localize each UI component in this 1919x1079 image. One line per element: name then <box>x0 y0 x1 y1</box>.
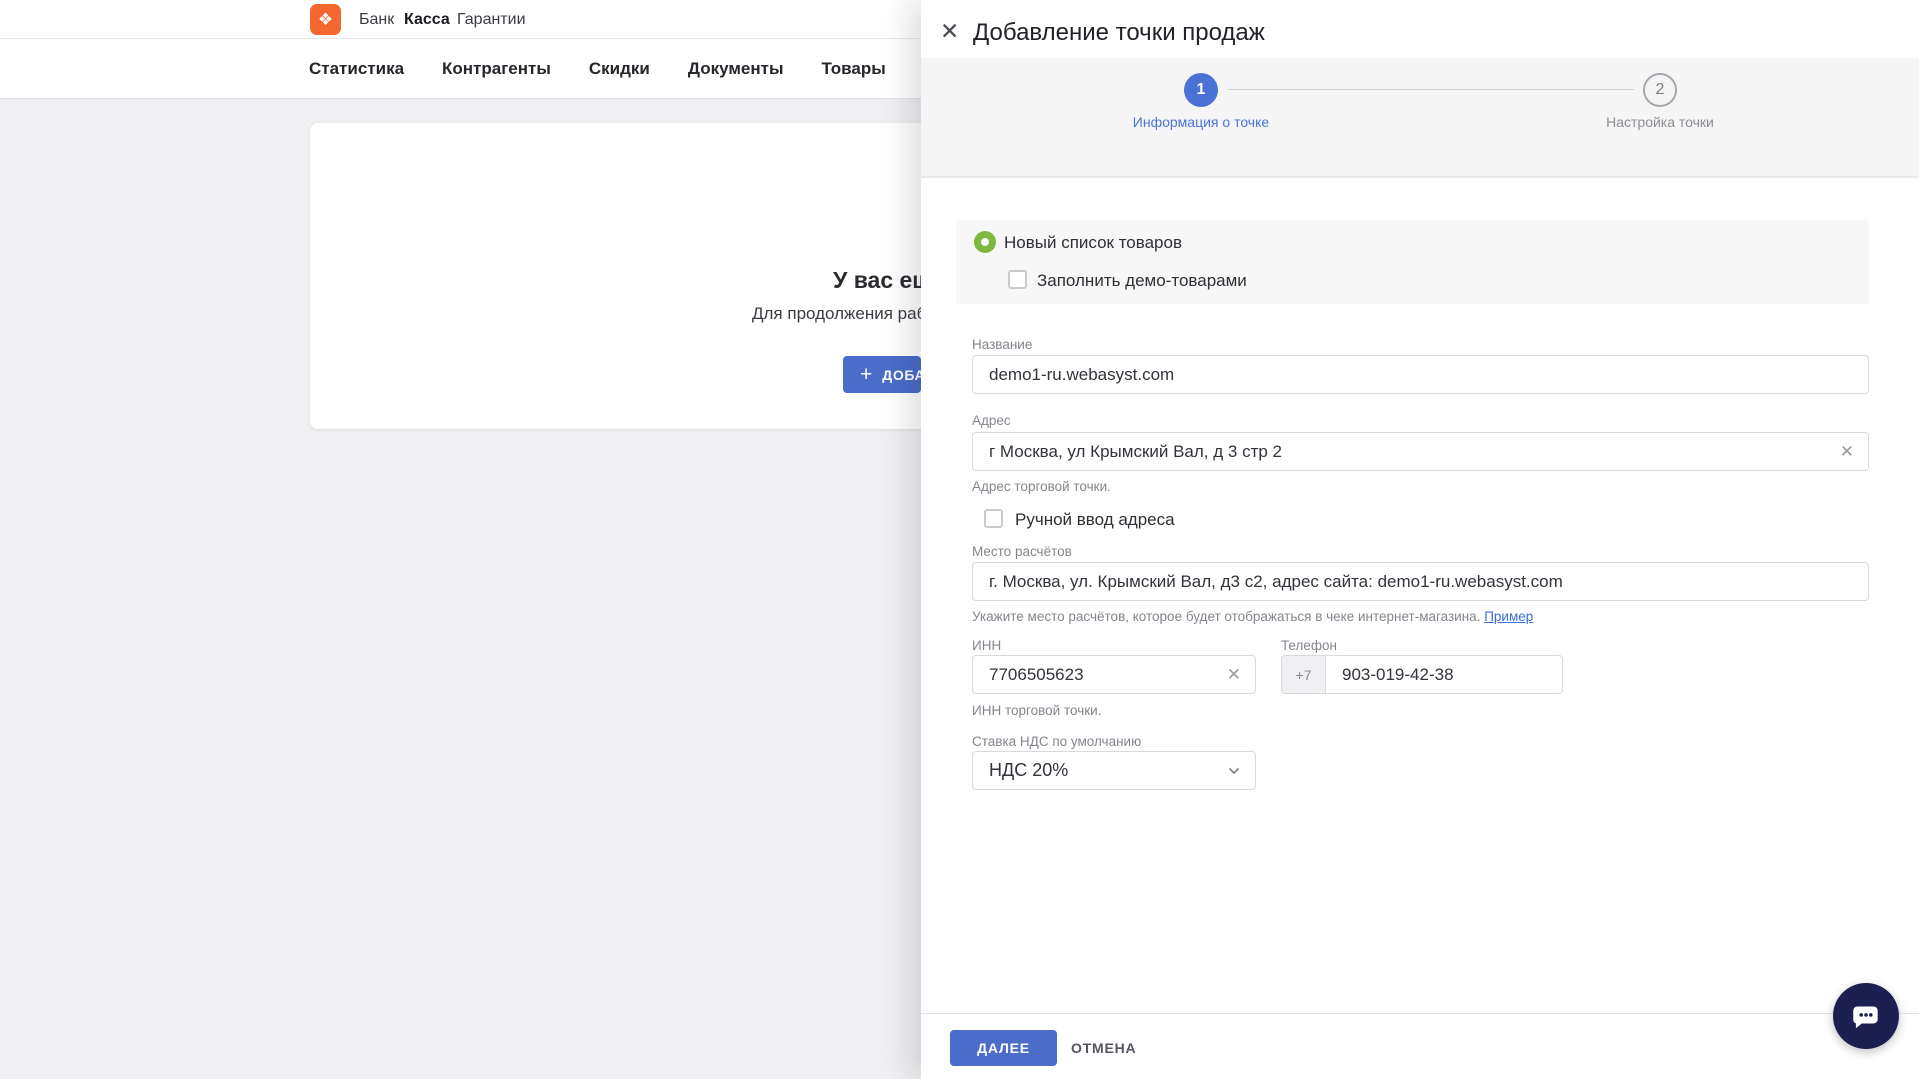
name-field-label: Название <box>972 337 1032 352</box>
step-2-label: Настройка точки <box>1530 114 1790 130</box>
settlement-input[interactable]: г. Москва, ул. Крымский Вал, д3 с2, адре… <box>972 562 1869 601</box>
inn-clear-icon[interactable]: ✕ <box>1219 665 1241 685</box>
step-1-indicator[interactable]: 1 <box>1184 73 1218 107</box>
nav-item-tovary[interactable]: Товары <box>821 59 885 79</box>
settlement-field-label: Место расчётов <box>972 544 1072 559</box>
nav-item-statistika[interactable]: Статистика <box>309 59 404 79</box>
stepper-connector <box>1228 89 1634 90</box>
product-list-section: Новый список товаров Заполнить демо-това… <box>956 220 1869 304</box>
phone-input-value: 903-019-42-38 <box>1326 665 1454 685</box>
step-1-label: Информация о точке <box>1071 114 1331 130</box>
inn-field-label: ИНН <box>972 638 1001 653</box>
name-input-value: demo1-ru.webasyst.com <box>989 365 1854 385</box>
settlement-example-link[interactable]: Пример <box>1484 609 1533 624</box>
inn-input[interactable]: 7706505623 ✕ <box>972 655 1256 694</box>
fill-demo-products-checkbox[interactable] <box>1008 270 1027 289</box>
cancel-button[interactable]: ОТМЕНА <box>1071 1030 1136 1066</box>
next-button[interactable]: ДАЛЕЕ <box>950 1030 1057 1066</box>
manual-address-checkbox[interactable] <box>984 509 1003 528</box>
address-input-value: г Москва, ул Крымский Вал, д 3 стр 2 <box>989 442 1832 462</box>
settlement-hint: Укажите место расчётов, которое будет от… <box>972 609 1533 624</box>
settlement-hint-text: Укажите место расчётов, которое будет от… <box>972 609 1484 624</box>
inn-input-value: 7706505623 <box>989 665 1219 685</box>
nav-item-skidki[interactable]: Скидки <box>589 59 650 79</box>
new-product-list-radio[interactable] <box>974 231 996 253</box>
settlement-input-value: г. Москва, ул. Крымский Вал, д3 с2, адре… <box>989 572 1854 592</box>
modulbank-logo-icon[interactable]: ❖ <box>310 4 341 35</box>
plus-icon: + <box>860 364 872 385</box>
address-hint: Адрес торговой точки. <box>972 479 1111 494</box>
address-clear-icon[interactable]: ✕ <box>1832 442 1854 462</box>
stepper: 1 2 Информация о точке Настройка точки <box>921 58 1919 178</box>
chat-bubble-icon <box>1849 999 1883 1033</box>
chevron-down-icon <box>1227 764 1241 778</box>
manual-address-label[interactable]: Ручной ввод адреса <box>1015 510 1175 530</box>
nav-item-kontragenty[interactable]: Контрагенты <box>442 59 551 79</box>
nav-item-dokumenty[interactable]: Документы <box>688 59 784 79</box>
close-icon[interactable]: ✕ <box>940 18 959 46</box>
vat-select-value: НДС 20% <box>989 760 1227 781</box>
address-input[interactable]: г Москва, ул Крымский Вал, д 3 стр 2 ✕ <box>972 432 1869 471</box>
topbar-link-bank[interactable]: Банк <box>359 0 394 39</box>
add-point-modal: ✕ Добавление точки продаж 1 2 Информация… <box>921 0 1919 1079</box>
phone-field-label: Телефон <box>1281 638 1337 653</box>
topbar-link-kassa[interactable]: Касса <box>404 0 450 39</box>
address-field-label: Адрес <box>972 413 1011 428</box>
new-product-list-label[interactable]: Новый список товаров <box>1004 233 1182 253</box>
add-point-button-label: ДОБА <box>882 367 921 383</box>
step-2-indicator[interactable]: 2 <box>1643 73 1677 107</box>
phone-input[interactable]: +7 903-019-42-38 <box>1281 655 1563 694</box>
vat-select[interactable]: НДС 20% <box>972 751 1256 790</box>
vat-field-label: Ставка НДС по умолчанию <box>972 734 1141 749</box>
topbar-link-garantii[interactable]: Гарантии <box>457 0 526 39</box>
chat-widget-button[interactable] <box>1833 983 1899 1049</box>
inn-hint: ИНН торговой точки. <box>972 703 1101 718</box>
add-point-button[interactable]: + ДОБА <box>843 356 921 393</box>
footer-divider <box>921 1013 1919 1014</box>
name-input[interactable]: demo1-ru.webasyst.com <box>972 355 1869 394</box>
phone-prefix: +7 <box>1282 656 1326 693</box>
fill-demo-products-label[interactable]: Заполнить демо-товарами <box>1037 271 1247 291</box>
modal-title: Добавление точки продаж <box>973 19 1265 47</box>
